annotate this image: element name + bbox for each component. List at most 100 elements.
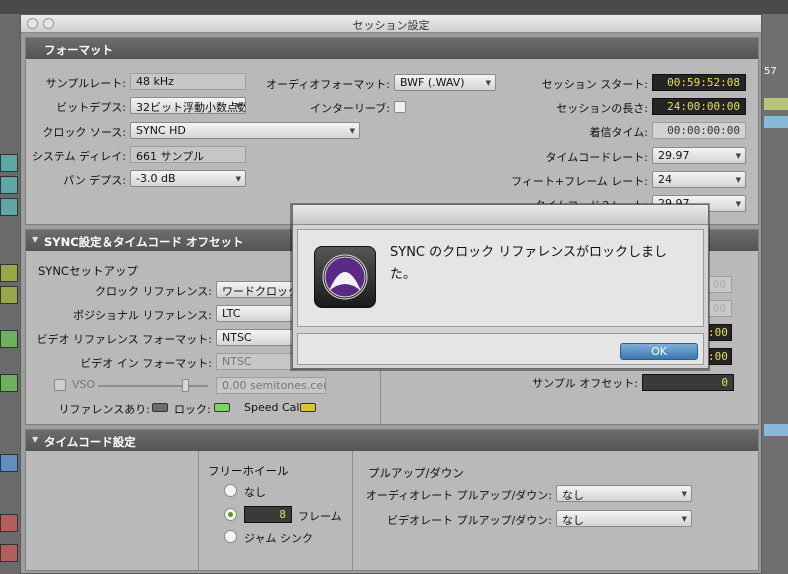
track-color-swatch <box>0 198 18 216</box>
panel-divider <box>198 451 199 571</box>
ref-present-label: リファレンスあり: <box>58 403 151 416</box>
speed-cal-label: Speed Cal: <box>244 401 304 414</box>
chevron-down-icon: ▼ <box>349 127 355 135</box>
freewheel-frames-field[interactable]: 8 <box>244 506 292 523</box>
alert-message: SYNC のクロック リファレンスがロックしました。 <box>390 245 667 282</box>
vso-slider-track[interactable] <box>98 385 208 387</box>
timecode-header[interactable]: タイムコード設定 <box>26 430 758 451</box>
timecode-rate-select[interactable]: 29.97 ▼ <box>652 147 746 164</box>
track-color-swatch <box>0 176 18 194</box>
track-block <box>764 98 788 110</box>
format-header: フォーマット <box>26 38 758 59</box>
ref-present-led <box>152 403 168 412</box>
sample-offset-field[interactable]: 0 <box>642 374 734 391</box>
chevron-down-icon: ▼ <box>681 490 687 498</box>
ok-button[interactable]: OK <box>620 343 698 360</box>
clock-ref-value: ワードクロック <box>222 285 299 298</box>
audio-format-label: オーディオフォーマット: <box>266 78 390 91</box>
vso-checkbox[interactable] <box>54 379 66 391</box>
video-pull-label: ビデオレート プルアップ/ダウン: <box>387 514 552 527</box>
freewheel-none-label: なし <box>244 486 266 499</box>
track-color-swatch <box>0 264 18 282</box>
freewheel-title: フリーホイール <box>208 464 289 478</box>
daw-track-strip-left <box>0 14 20 574</box>
bit-depth-label: ビットデプス: <box>56 101 126 114</box>
panel-divider <box>352 451 353 571</box>
video-ref-value: NTSC <box>222 331 252 344</box>
feet-frames-value: 24 <box>658 173 672 186</box>
chevron-down-icon: ▼ <box>235 102 241 110</box>
session-start-label: セッション スタート: <box>541 78 648 91</box>
bit-depth-select[interactable]: 32ビット浮動小数点数 ▼ <box>130 97 246 114</box>
pan-depth-select[interactable]: -3.0 dB ▼ <box>130 170 246 187</box>
sample-rate-value: 48 kHz <box>130 73 246 90</box>
daw-track-strip-right: 57 <box>762 14 788 574</box>
audio-pull-value: なし <box>562 489 584 502</box>
pan-depth-value: -3.0 dB <box>136 172 176 185</box>
alert-titlebar <box>293 205 708 225</box>
track-color-swatch <box>0 544 18 562</box>
track-color-swatch <box>0 154 18 172</box>
audio-format-value: BWF (.WAV) <box>400 76 465 89</box>
feet-frames-select[interactable]: 24 ▼ <box>652 171 746 188</box>
clock-ref-label: クロック リファレンス: <box>95 285 212 298</box>
jam-sync-radio[interactable] <box>224 530 237 543</box>
audio-pull-select[interactable]: なし ▼ <box>556 485 692 502</box>
vso-value: 0.00 semitones.cents <box>216 377 326 394</box>
video-pull-select[interactable]: なし ▼ <box>556 510 692 527</box>
chevron-down-icon: ▼ <box>235 175 241 183</box>
video-ref-label: ビデオ リファレンス フォーマット: <box>36 333 212 346</box>
system-delay-value: 661 サンプル <box>130 146 246 163</box>
daw-toolbar-background <box>0 0 788 14</box>
pullup-title: プルアップ/ダウン <box>368 466 464 480</box>
chevron-down-icon: ▼ <box>681 515 687 523</box>
lock-label: ロック: <box>174 403 211 416</box>
session-length-label: セッションの長さ: <box>556 102 648 115</box>
incoming-time-label: 着信タイム: <box>589 126 649 139</box>
track-block <box>764 424 788 436</box>
track-color-swatch <box>0 454 18 472</box>
session-start-field[interactable]: 00:59:52:08 <box>652 74 746 91</box>
alert-body: SYNC のクロック リファレンスがロックしました。 <box>297 229 704 327</box>
sample-offset-label: サンプル オフセット: <box>532 377 638 390</box>
feet-frames-label: フィート+フレーム レート: <box>511 175 648 188</box>
clock-source-select[interactable]: SYNC HD ▼ <box>130 122 360 139</box>
interleave-label: インターリーブ: <box>309 102 390 115</box>
video-pull-value: なし <box>562 514 584 527</box>
window-title: セッション設定 <box>352 19 430 32</box>
vso-slider-thumb[interactable] <box>182 379 189 392</box>
audio-pull-label: オーディオレート プルアップ/ダウン: <box>365 489 552 502</box>
track-block <box>764 116 788 128</box>
bit-depth-value: 32ビット浮動小数点数 <box>136 101 246 114</box>
position-ref-value: LTC <box>222 307 241 320</box>
track-color-swatch <box>0 330 18 348</box>
counter-text: 57 <box>764 66 777 77</box>
clock-source-value: SYNC HD <box>136 124 186 137</box>
lock-led <box>214 403 230 412</box>
interleave-checkbox[interactable] <box>394 101 406 113</box>
window-titlebar: セッション設定 <box>21 15 761 33</box>
pan-depth-label: パン デプス: <box>63 174 126 187</box>
vso-label: VSO <box>72 378 96 391</box>
position-ref-label: ポジショナル リファレンス: <box>73 309 212 322</box>
sync-setup-title: SYNCセットアップ <box>38 264 138 278</box>
sample-rate-label: サンプルレート: <box>45 77 126 90</box>
chevron-down-icon: ▼ <box>735 200 741 208</box>
audio-format-select[interactable]: BWF (.WAV) ▼ <box>394 74 496 91</box>
frames-label: フレーム <box>298 510 342 523</box>
speed-cal-led <box>300 403 316 412</box>
session-length-field[interactable]: 24:00:00:00 <box>652 98 746 115</box>
incoming-time-value: 00:00:00:00 <box>652 122 746 139</box>
chevron-down-icon: ▼ <box>735 152 741 160</box>
system-delay-label: システム ディレイ: <box>31 150 126 163</box>
track-color-swatch <box>0 514 18 532</box>
clock-source-label: クロック ソース: <box>42 126 126 139</box>
freewheel-frames-radio[interactable] <box>224 508 237 521</box>
timecode-rate-label: タイムコードレート: <box>545 151 649 164</box>
video-in-label: ビデオ イン フォーマット: <box>80 357 212 370</box>
pro-tools-logo-icon <box>314 246 376 308</box>
alert-footer: OK <box>297 333 704 365</box>
chevron-down-icon: ▼ <box>485 79 491 87</box>
freewheel-none-radio[interactable] <box>224 484 237 497</box>
chevron-down-icon: ▼ <box>735 176 741 184</box>
